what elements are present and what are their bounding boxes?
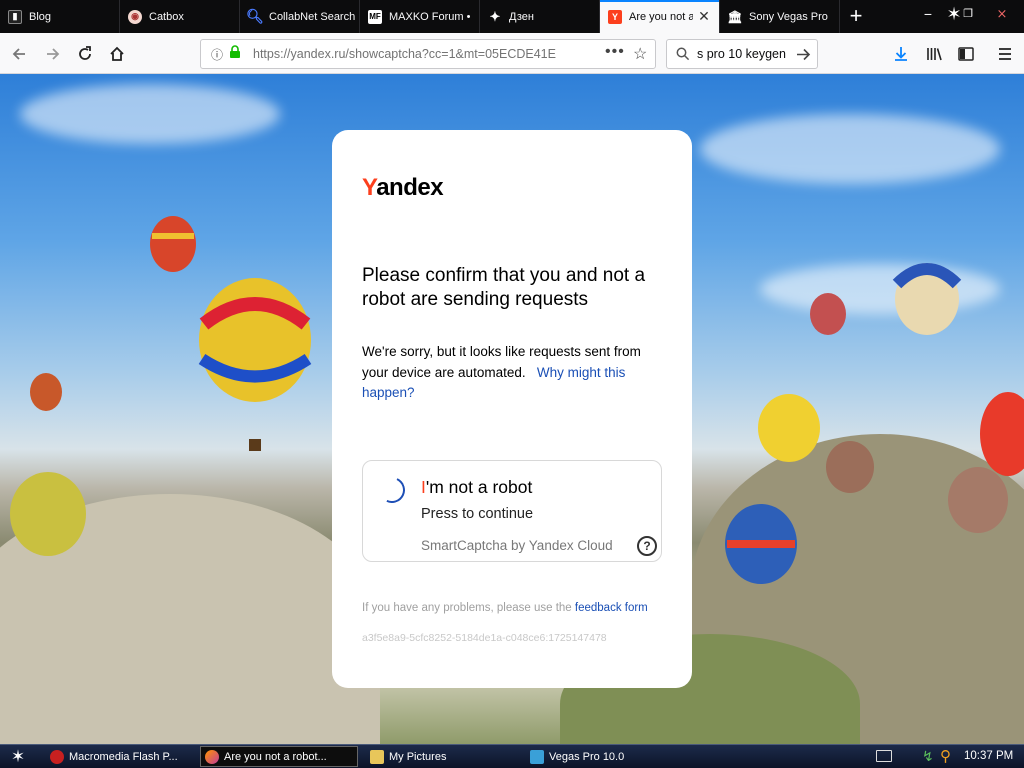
home-button[interactable] [104, 41, 130, 67]
start-button[interactable]: ✶ [8, 747, 28, 767]
tab-yandex-captcha[interactable]: Y Are you not a robot? ✕ [600, 0, 720, 33]
home-icon [110, 46, 124, 61]
tab-sony-vegas[interactable]: 🏛︎ Sony Vegas Pro [720, 0, 840, 33]
restore-icon[interactable]: ❐ [956, 2, 980, 26]
mf-favicon-icon: MF [368, 9, 382, 24]
tab-dzen[interactable]: ✦ Дзен [480, 0, 600, 33]
tab-label: Are you not a robot? [629, 10, 693, 23]
taskbar-item-vegas[interactable]: Vegas Pro 10.0 [526, 746, 676, 767]
vegas-icon [530, 749, 544, 764]
network-tray-icon[interactable]: ↯ [922, 748, 934, 765]
loading-spinner-icon [375, 473, 409, 507]
firefox-icon [205, 749, 219, 764]
tab-label: Дзен [509, 10, 534, 23]
address-bar[interactable]: ⓘ https://yandex.ru/showcaptcha?cc=1&mt=… [200, 39, 656, 69]
forward-arrow-icon [47, 48, 60, 60]
balloon-icon [892, 263, 962, 335]
tab-blog[interactable]: ▮ Blog [0, 0, 120, 33]
downloads-button[interactable] [888, 41, 914, 67]
tab-maxko-forum[interactable]: MF MAXKO Forum • [360, 0, 480, 33]
info-icon[interactable]: ⓘ [211, 46, 223, 63]
balloon-icon [10, 472, 86, 556]
balloon-icon [725, 504, 797, 584]
start-star-icon: ✶ [10, 747, 26, 766]
balloon-icon [810, 293, 846, 335]
balloon-icon [826, 441, 874, 493]
sidebar-button[interactable] [953, 41, 979, 67]
forward-button[interactable] [40, 41, 66, 67]
request-id: a3f5e8a9-5cfc8252-5184de1a-c048ce6:17251… [362, 632, 607, 644]
balloon-icon [758, 394, 820, 462]
captcha-card: Yandex Please confirm that you and not a… [332, 130, 692, 688]
search-go-icon[interactable] [796, 48, 811, 61]
balloon-icon [948, 467, 1008, 533]
sidebar-icon [958, 47, 974, 61]
back-arrow-icon [12, 48, 25, 60]
library-icon [926, 48, 942, 61]
balloon-icon [30, 373, 62, 411]
search-tray-icon[interactable]: ⚲ [940, 747, 951, 765]
new-tab-button[interactable]: + [842, 4, 870, 30]
tab-collabnet[interactable]: 🔍︎ CollabNet Search [240, 0, 360, 33]
not-robot-label[interactable]: I'm not a robot [421, 477, 532, 498]
taskbar-item-label: Vegas Pro 10.0 [549, 750, 625, 763]
folder-icon [370, 749, 384, 764]
hamburger-menu-icon [999, 48, 1011, 60]
clock[interactable]: 10:37 PM [964, 750, 1013, 762]
tab-catbox[interactable]: ◉ Catbox [120, 0, 240, 33]
close-window-icon[interactable]: ⨯ [990, 2, 1014, 26]
feedback-form-link[interactable]: feedback form [575, 602, 648, 614]
dzen-favicon-icon: ✦ [489, 8, 501, 24]
bookmark-star-icon[interactable]: ☆ [633, 44, 647, 64]
yandex-favicon-icon: Y [608, 9, 622, 24]
tab-label: CollabNet Search [269, 10, 356, 23]
download-icon [895, 47, 907, 61]
tab-label: Blog [29, 10, 52, 23]
search-favicon-icon: 🔍︎ [246, 8, 264, 24]
captcha-heading: Please confirm that you and not a robot … [362, 265, 646, 310]
taskbar-item-my-pictures[interactable]: My Pictures [366, 746, 516, 767]
flash-icon [50, 749, 64, 764]
search-input[interactable]: s pro 10 keygen [697, 47, 786, 61]
tab-strip: ▮ Blog ◉ Catbox 🔍︎ CollabNet Search MF M… [0, 0, 1024, 33]
page-viewport: Yandex Please confirm that you and not a… [0, 74, 1024, 744]
press-to-continue-label: Press to continue [421, 506, 534, 522]
close-tab-icon[interactable]: ✕ [697, 9, 711, 23]
smartcaptcha-provider-label: SmartCaptcha by Yandex Cloud [421, 538, 613, 553]
tab-label: Sony Vegas Pro [749, 10, 828, 23]
search-icon [676, 47, 690, 61]
problems-note: If you have any problems, please use the… [362, 602, 648, 614]
museum-favicon-icon: 🏛︎ [727, 9, 743, 24]
navigation-toolbar: ⓘ https://yandex.ru/showcaptcha?cc=1&mt=… [0, 33, 1024, 74]
taskbar-item-label: Are you not a robot... [224, 750, 327, 763]
balloon-icon [198, 278, 312, 451]
menu-button[interactable] [992, 41, 1018, 67]
taskbar-item-firefox[interactable]: Are you not a robot... [200, 746, 358, 767]
url-text[interactable]: https://yandex.ru/showcaptcha?cc=1&mt=05… [253, 47, 573, 61]
taskbar: ✶ Macromedia Flash P... Are you not a ro… [0, 744, 1024, 768]
back-button[interactable] [6, 41, 32, 67]
tab-label: Catbox [149, 10, 184, 23]
search-bar[interactable]: s pro 10 keygen [666, 39, 818, 69]
tab-label: MAXKO Forum • [389, 10, 471, 23]
captcha-message: We're sorry, but it looks like requests … [362, 342, 662, 404]
library-button[interactable] [921, 41, 947, 67]
balloon-icon [150, 216, 196, 272]
not-robot-checkbox[interactable]: I'm not a robot Press to continue SmartC… [362, 460, 662, 562]
taskbar-item-label: Macromedia Flash P... [69, 750, 178, 763]
balloon-icon [980, 392, 1024, 476]
keyboard-tray-icon[interactable] [876, 750, 892, 762]
taskbar-item-label: My Pictures [389, 750, 447, 763]
reload-icon [79, 46, 91, 60]
yandex-logo: Yandex [362, 174, 444, 201]
reload-button[interactable] [72, 41, 98, 67]
page-actions-icon[interactable]: ••• [605, 43, 625, 61]
help-icon[interactable]: ? [637, 536, 657, 556]
lock-icon[interactable] [229, 45, 241, 62]
minimize-icon[interactable]: − [916, 2, 940, 26]
blog-favicon-icon: ▮ [8, 9, 22, 24]
taskbar-item-flash[interactable]: Macromedia Flash P... [46, 746, 196, 767]
catbox-favicon-icon: ◉ [128, 9, 142, 24]
